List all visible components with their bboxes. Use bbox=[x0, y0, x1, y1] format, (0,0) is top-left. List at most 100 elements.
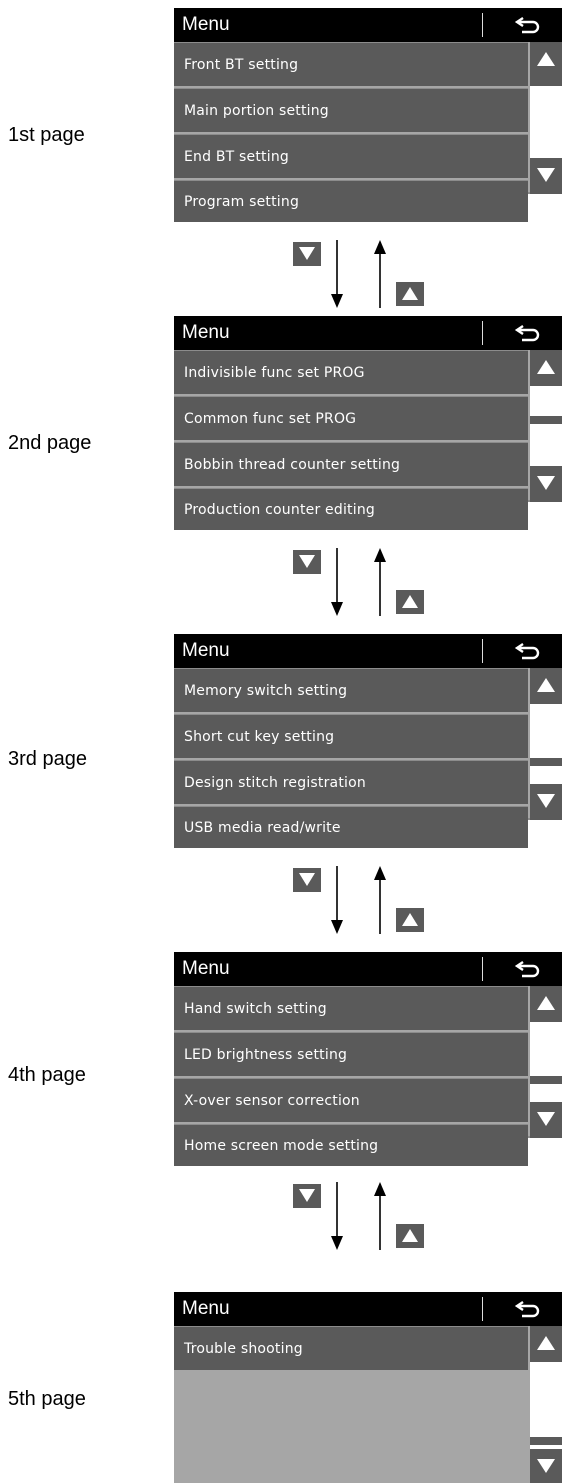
up-arrow-icon bbox=[374, 548, 386, 616]
menu-item-memory-switch[interactable]: Memory switch setting bbox=[174, 668, 528, 712]
scroll-down-button[interactable] bbox=[530, 158, 562, 194]
menu-screen-1: Menu Front BT setting Main portion setti… bbox=[174, 8, 562, 222]
page-label-5: 5th page bbox=[8, 1388, 86, 1410]
page-up-button[interactable] bbox=[396, 908, 424, 932]
scroll-thumb[interactable] bbox=[530, 758, 562, 766]
return-arrow-icon[interactable] bbox=[514, 1299, 542, 1319]
scrollbar[interactable] bbox=[530, 1326, 562, 1483]
page-label-4: 4th page bbox=[8, 1064, 86, 1086]
page-down-button[interactable] bbox=[293, 1184, 321, 1208]
title-bar: Menu bbox=[174, 1292, 562, 1326]
scroll-thumb[interactable] bbox=[530, 416, 562, 424]
triangle-down-icon bbox=[537, 168, 555, 182]
menu-screen-3: Menu Memory switch setting Short cut key… bbox=[174, 634, 562, 848]
page-label-3: 3rd page bbox=[8, 748, 87, 770]
scrollbar[interactable] bbox=[530, 350, 562, 502]
triangle-down-icon bbox=[299, 247, 315, 260]
menu-item-hand-switch[interactable]: Hand switch setting bbox=[174, 986, 528, 1030]
menu-item-end-bt[interactable]: End BT setting bbox=[174, 134, 528, 178]
title-separator bbox=[482, 957, 483, 981]
scroll-down-button[interactable] bbox=[530, 1102, 562, 1138]
triangle-up-icon bbox=[537, 996, 555, 1010]
menu-item-indivisible-func[interactable]: Indivisible func set PROG bbox=[174, 350, 528, 394]
title-bar: Menu bbox=[174, 634, 562, 668]
down-arrow-icon bbox=[331, 866, 343, 934]
up-arrow-icon bbox=[374, 866, 386, 934]
title-separator bbox=[482, 13, 483, 37]
screen-title: Menu bbox=[182, 14, 230, 35]
triangle-up-icon bbox=[537, 1336, 555, 1350]
up-arrow-icon bbox=[374, 1182, 386, 1250]
title-bar: Menu bbox=[174, 316, 562, 350]
scrollbar[interactable] bbox=[530, 42, 562, 194]
title-bar: Menu bbox=[174, 8, 562, 42]
scroll-up-button[interactable] bbox=[530, 986, 562, 1022]
scroll-thumb[interactable] bbox=[530, 1437, 562, 1445]
triangle-down-icon bbox=[537, 1459, 555, 1473]
triangle-up-icon bbox=[537, 360, 555, 374]
page-up-button[interactable] bbox=[396, 282, 424, 306]
triangle-down-icon bbox=[537, 1112, 555, 1126]
screen-title: Menu bbox=[182, 322, 230, 343]
triangle-down-icon bbox=[299, 555, 315, 568]
menu-item-main-portion[interactable]: Main portion setting bbox=[174, 88, 528, 132]
page-label-2: 2nd page bbox=[8, 432, 92, 454]
triangle-down-icon bbox=[299, 873, 315, 886]
triangle-down-icon bbox=[537, 476, 555, 490]
menu-screen-2: Menu Indivisible func set PROG Common fu… bbox=[174, 316, 562, 530]
triangle-down-icon bbox=[299, 1189, 315, 1202]
scroll-thumb[interactable] bbox=[530, 1076, 562, 1084]
menu-item-design-stitch[interactable]: Design stitch registration bbox=[174, 760, 528, 804]
title-separator bbox=[482, 1297, 483, 1321]
scroll-up-button[interactable] bbox=[530, 1326, 562, 1362]
menu-item-bobbin-counter[interactable]: Bobbin thread counter setting bbox=[174, 442, 528, 486]
menu-item-home-screen-mode[interactable]: Home screen mode setting bbox=[174, 1124, 528, 1166]
menu-item-common-func[interactable]: Common func set PROG bbox=[174, 396, 528, 440]
triangle-up-icon bbox=[402, 287, 418, 300]
screen-title: Menu bbox=[182, 1298, 230, 1319]
scroll-up-button[interactable] bbox=[530, 42, 562, 78]
menu-screen-5: Menu Trouble shooting bbox=[174, 1292, 562, 1483]
page-label-1: 1st page bbox=[8, 124, 85, 146]
page-down-button[interactable] bbox=[293, 868, 321, 892]
scroll-down-button[interactable] bbox=[530, 784, 562, 820]
menu-item-xover-sensor[interactable]: X-over sensor correction bbox=[174, 1078, 528, 1122]
menu-item-program[interactable]: Program setting bbox=[174, 180, 528, 222]
screen-title: Menu bbox=[182, 958, 230, 979]
menu-item-production-counter[interactable]: Production counter editing bbox=[174, 488, 528, 530]
title-bar: Menu bbox=[174, 952, 562, 986]
triangle-up-icon bbox=[537, 678, 555, 692]
title-separator bbox=[482, 639, 483, 663]
scroll-up-button[interactable] bbox=[530, 668, 562, 704]
return-arrow-icon[interactable] bbox=[514, 641, 542, 661]
scroll-down-button[interactable] bbox=[530, 1449, 562, 1483]
scrollbar[interactable] bbox=[530, 668, 562, 820]
page-down-button[interactable] bbox=[293, 242, 321, 266]
scroll-thumb[interactable] bbox=[530, 78, 562, 86]
triangle-up-icon bbox=[402, 595, 418, 608]
scroll-up-button[interactable] bbox=[530, 350, 562, 386]
down-arrow-icon bbox=[331, 240, 343, 308]
page-down-button[interactable] bbox=[293, 550, 321, 574]
scroll-down-button[interactable] bbox=[530, 466, 562, 502]
page-up-button[interactable] bbox=[396, 1224, 424, 1248]
triangle-up-icon bbox=[537, 52, 555, 66]
triangle-up-icon bbox=[402, 913, 418, 926]
down-arrow-icon bbox=[331, 1182, 343, 1250]
triangle-up-icon bbox=[402, 1229, 418, 1242]
menu-item-usb-media[interactable]: USB media read/write bbox=[174, 806, 528, 848]
menu-item-front-bt[interactable]: Front BT setting bbox=[174, 42, 528, 86]
triangle-down-icon bbox=[537, 794, 555, 808]
up-arrow-icon bbox=[374, 240, 386, 308]
page-up-button[interactable] bbox=[396, 590, 424, 614]
title-separator bbox=[482, 321, 483, 345]
return-arrow-icon[interactable] bbox=[514, 959, 542, 979]
menu-item-led-brightness[interactable]: LED brightness setting bbox=[174, 1032, 528, 1076]
down-arrow-icon bbox=[331, 548, 343, 616]
scrollbar[interactable] bbox=[530, 986, 562, 1138]
menu-item-trouble-shooting[interactable]: Trouble shooting bbox=[174, 1326, 528, 1370]
return-arrow-icon[interactable] bbox=[514, 323, 542, 343]
menu-item-shortcut-key[interactable]: Short cut key setting bbox=[174, 714, 528, 758]
screen-title: Menu bbox=[182, 640, 230, 661]
return-arrow-icon[interactable] bbox=[514, 15, 542, 35]
